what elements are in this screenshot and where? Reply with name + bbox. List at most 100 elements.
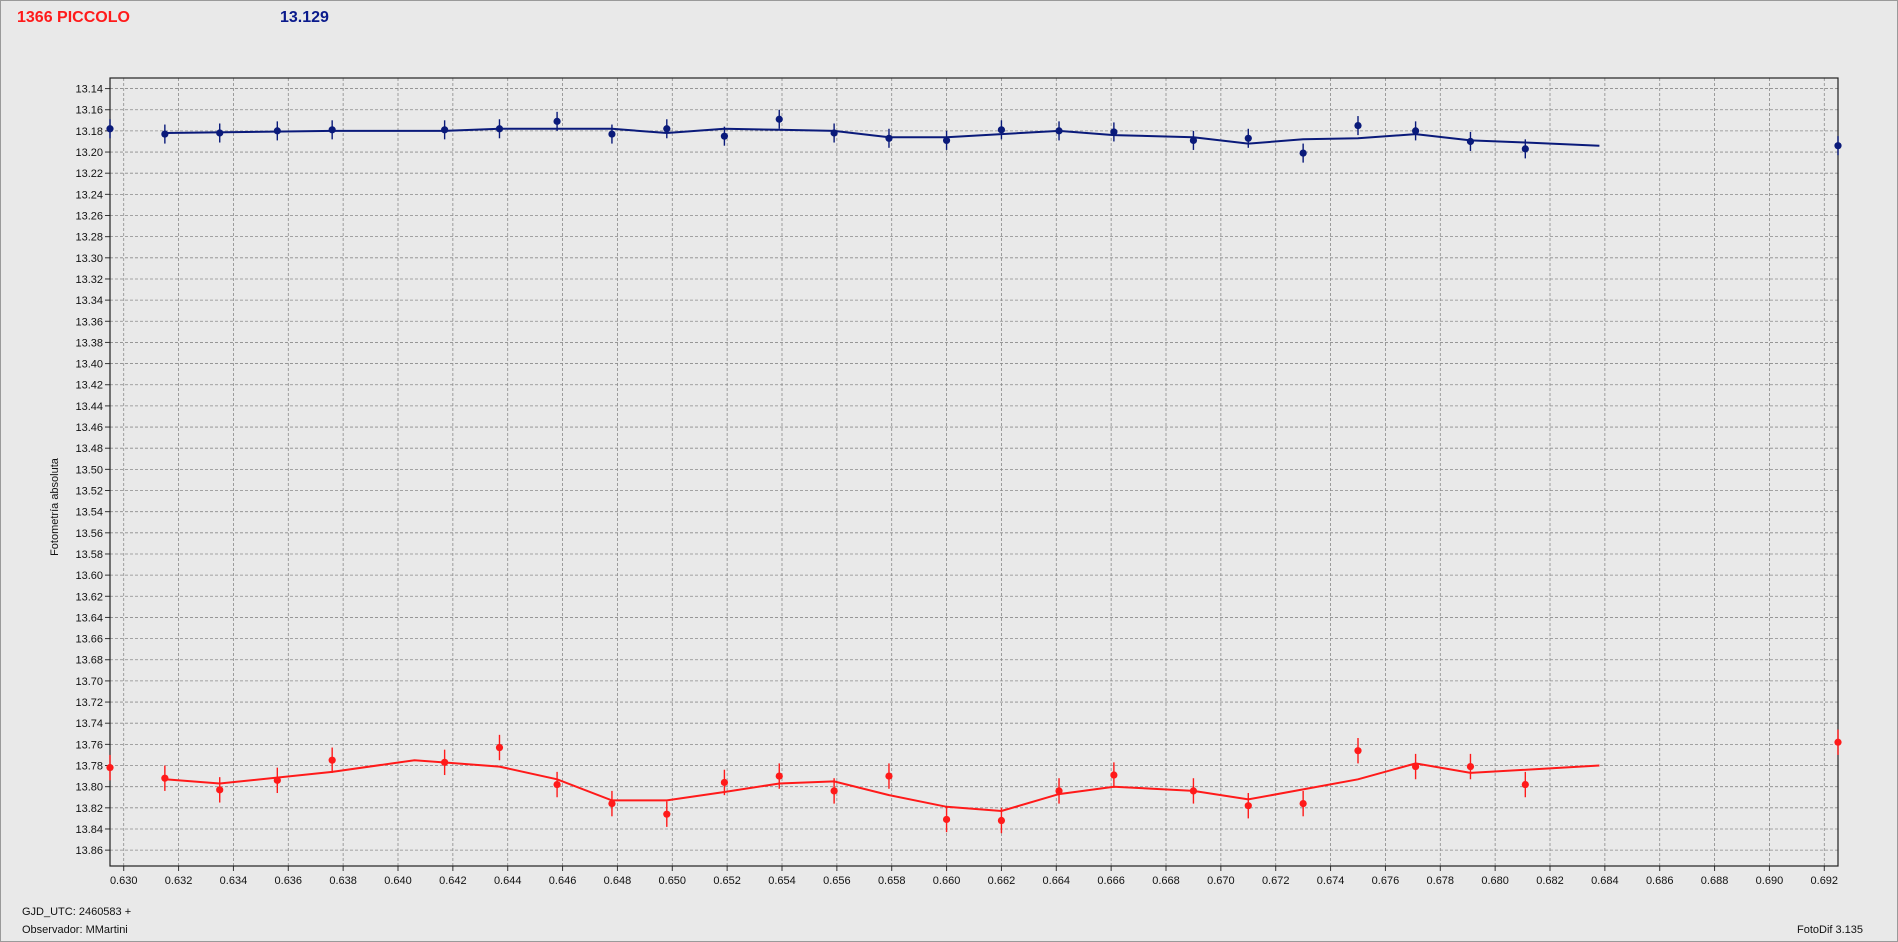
data-point-red bbox=[161, 774, 169, 782]
x-tick-label: 0.636 bbox=[275, 875, 303, 887]
gjd-label: GJD_UTC: 2460583 + bbox=[22, 906, 132, 918]
x-tick-label: 0.666 bbox=[1097, 875, 1125, 887]
y-tick-label: 13.46 bbox=[75, 422, 103, 434]
y-tick-label: 13.34 bbox=[75, 295, 103, 307]
x-tick-label: 0.690 bbox=[1756, 875, 1784, 887]
data-point-blue bbox=[1521, 145, 1529, 153]
x-tick-label: 0.634 bbox=[220, 875, 248, 887]
y-tick-label: 13.76 bbox=[75, 739, 103, 751]
y-tick-label: 13.70 bbox=[75, 676, 103, 688]
y-tick-label: 13.22 bbox=[75, 168, 103, 180]
data-point-red bbox=[553, 780, 561, 789]
data-point-red bbox=[1189, 787, 1198, 795]
x-tick-label: 0.654 bbox=[768, 875, 796, 887]
data-point-red bbox=[608, 799, 616, 808]
y-tick-label: 13.26 bbox=[75, 211, 103, 223]
y-tick-label: 13.16 bbox=[75, 105, 103, 117]
data-point-red bbox=[830, 787, 838, 795]
y-tick-label: 13.60 bbox=[75, 570, 103, 582]
x-tick-label: 0.676 bbox=[1372, 875, 1400, 887]
data-point-red bbox=[441, 758, 449, 766]
y-tick-label: 13.86 bbox=[75, 845, 103, 857]
x-tick-label: 0.656 bbox=[823, 875, 851, 887]
data-point-blue bbox=[106, 125, 114, 133]
y-tick-label: 13.82 bbox=[75, 803, 103, 815]
data-point-red bbox=[997, 816, 1006, 825]
data-point-red bbox=[1466, 762, 1475, 771]
data-point-blue bbox=[1834, 142, 1842, 150]
y-tick-label: 13.20 bbox=[75, 147, 103, 159]
y-tick-label: 13.36 bbox=[75, 316, 103, 328]
y-tick-label: 13.72 bbox=[75, 697, 103, 709]
x-tick-label: 0.686 bbox=[1646, 875, 1674, 887]
x-tick-label: 0.650 bbox=[659, 875, 687, 887]
x-tick-label: 0.642 bbox=[439, 875, 467, 887]
y-tick-label: 13.42 bbox=[75, 380, 103, 392]
y-tick-label: 13.78 bbox=[75, 761, 103, 773]
observer-label: Observador: MMartini bbox=[22, 924, 128, 936]
data-point-red bbox=[216, 786, 224, 794]
y-tick-label: 13.24 bbox=[75, 189, 103, 201]
data-point-red bbox=[1299, 799, 1307, 808]
x-tick-label: 0.672 bbox=[1262, 875, 1290, 887]
data-point-blue bbox=[1354, 121, 1362, 130]
y-tick-label: 13.64 bbox=[75, 612, 103, 624]
data-point-red bbox=[1521, 780, 1529, 789]
y-tick-label: 13.84 bbox=[75, 824, 103, 836]
data-point-blue bbox=[441, 126, 449, 134]
y-tick-label: 13.80 bbox=[75, 782, 103, 794]
plot-area bbox=[110, 78, 1838, 866]
y-tick-label: 13.74 bbox=[75, 718, 103, 730]
data-point-blue bbox=[1055, 127, 1063, 135]
x-tick-label: 0.648 bbox=[604, 875, 632, 887]
x-tick-label: 0.684 bbox=[1591, 875, 1619, 887]
x-tick-label: 0.658 bbox=[878, 875, 906, 887]
data-point-red bbox=[1834, 738, 1842, 746]
data-point-blue bbox=[1412, 127, 1420, 135]
data-point-blue bbox=[608, 130, 616, 138]
data-point-blue bbox=[273, 127, 281, 135]
data-point-red bbox=[885, 772, 893, 780]
y-tick-label: 13.18 bbox=[75, 126, 103, 138]
y-tick-label: 13.44 bbox=[75, 401, 103, 413]
x-tick-label: 0.680 bbox=[1481, 875, 1509, 887]
data-point-blue bbox=[553, 117, 561, 125]
x-tick-label: 0.668 bbox=[1152, 875, 1180, 887]
y-tick-label: 13.50 bbox=[75, 464, 103, 476]
data-point-blue bbox=[328, 126, 336, 134]
data-point-blue bbox=[1466, 137, 1475, 146]
x-tick-label: 0.664 bbox=[1043, 875, 1071, 887]
data-point-blue bbox=[997, 126, 1006, 134]
data-point-blue bbox=[663, 125, 671, 133]
y-tick-label: 13.56 bbox=[75, 528, 103, 540]
light-curve-chart: 0.630 0.632 0.634 0.636 0.638 0.640 0.642 0.644… bbox=[75, 77, 1842, 887]
data-point-blue bbox=[775, 115, 783, 123]
y-tick-label: 13.52 bbox=[75, 486, 103, 498]
data-point-red bbox=[775, 772, 783, 780]
data-point-blue bbox=[1299, 149, 1307, 157]
data-point-blue bbox=[885, 134, 893, 142]
y-tick-label: 13.30 bbox=[75, 253, 103, 265]
y-tick-label: 13.32 bbox=[75, 274, 103, 286]
data-point-blue bbox=[161, 130, 169, 138]
y-tick-label: 13.66 bbox=[75, 634, 103, 646]
y-tick-label: 13.62 bbox=[75, 591, 103, 603]
x-tick-label: 0.630 bbox=[110, 875, 138, 887]
software-version: FotoDif 3.135 bbox=[1797, 924, 1864, 936]
x-tick-label: 0.660 bbox=[933, 875, 961, 887]
x-tick-label: 0.692 bbox=[1811, 875, 1839, 887]
x-tick-label: 0.662 bbox=[988, 875, 1016, 887]
data-point-blue bbox=[942, 136, 951, 145]
data-point-red bbox=[1412, 762, 1420, 771]
y-tick-label: 13.68 bbox=[75, 655, 103, 667]
y-tick-label: 13.14 bbox=[75, 84, 103, 96]
y-tick-label: 13.54 bbox=[75, 507, 103, 519]
x-tick-label: 0.652 bbox=[713, 875, 741, 887]
data-point-blue bbox=[1244, 134, 1252, 142]
y-tick-label: 13.58 bbox=[75, 549, 103, 561]
x-tick-label: 0.674 bbox=[1317, 875, 1345, 887]
data-point-red bbox=[1110, 771, 1118, 779]
y-tick-label: 13.40 bbox=[75, 359, 103, 371]
data-point-red bbox=[942, 815, 951, 824]
data-point-red bbox=[663, 810, 671, 818]
